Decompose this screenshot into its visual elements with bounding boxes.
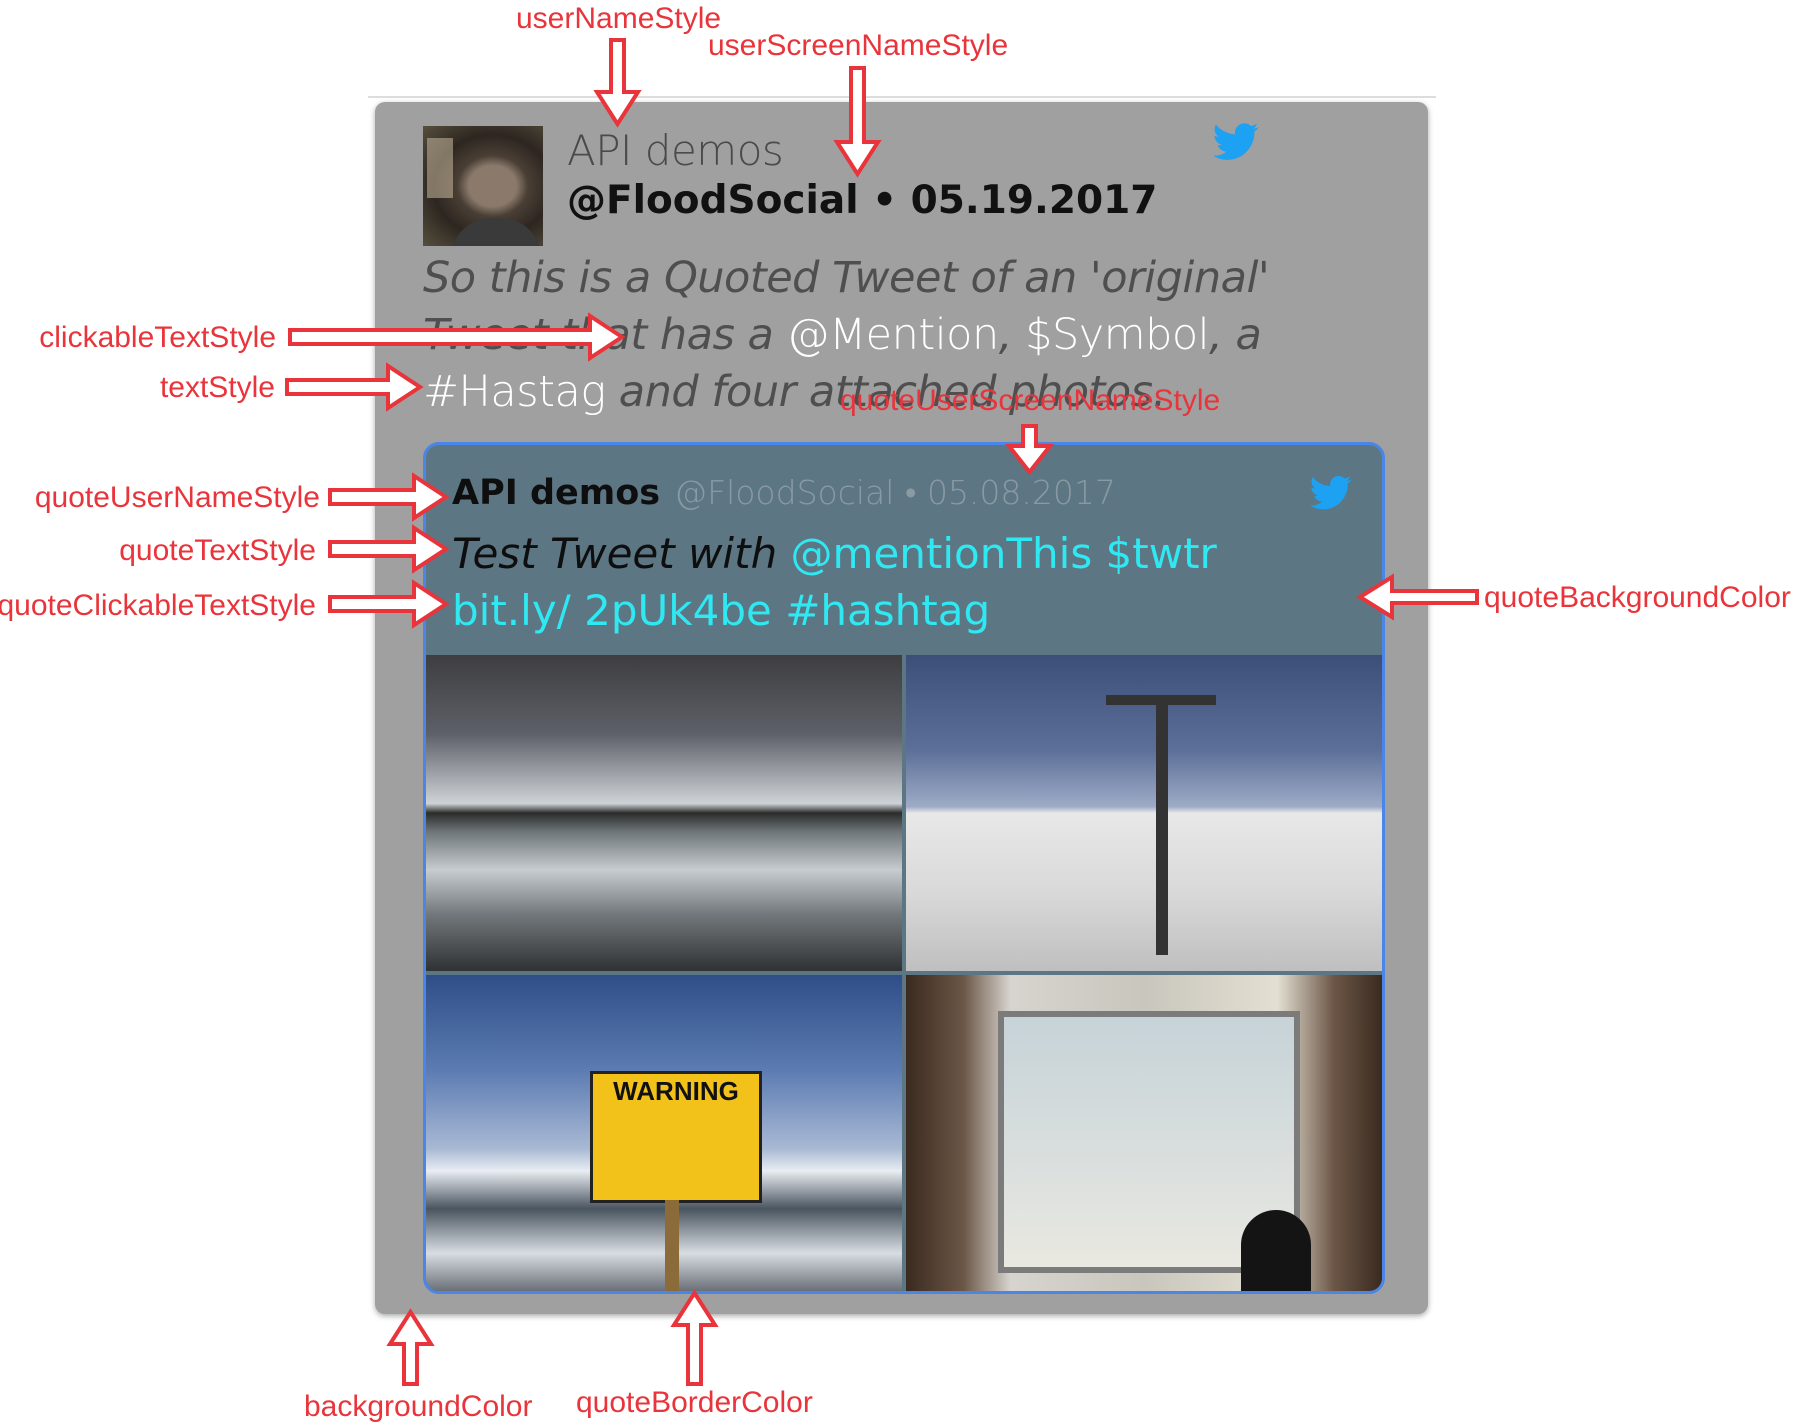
cat-silhouette (1241, 1210, 1311, 1291)
label-background-color: backgroundColor (304, 1390, 533, 1423)
photo-grid: WARNING (426, 655, 1382, 1291)
mention-link[interactable]: @Mention (787, 310, 1000, 360)
label-quote-text-style: quoteTextStyle (119, 534, 316, 567)
sign-title: WARNING (613, 1076, 739, 1106)
quote-text: Test Tweet with @mentionThis $twtr bit.l… (452, 525, 1332, 639)
label-clickable-text-style: clickableTextStyle (39, 321, 276, 354)
twitter-bird-icon[interactable] (1213, 122, 1259, 162)
label-quote-clickable-text-style: quoteClickableTextStyle (0, 589, 316, 622)
tweet-card[interactable]: API demos @FloodSocial • 05.19.2017 So t… (375, 102, 1428, 1314)
label-quote-user-name-style: quoteUserNameStyle (34, 481, 320, 514)
lift-tower (1156, 695, 1168, 955)
avatar-lamp (427, 138, 453, 198)
label-text-style: textStyle (159, 371, 275, 404)
twitter-bird-icon[interactable] (1310, 475, 1352, 511)
photo-window-cat[interactable] (906, 975, 1382, 1291)
quoted-tweet[interactable]: API demos @FloodSocial • 05.08.2017 Test … (423, 442, 1385, 1294)
hashtag-link[interactable]: #Hastag (423, 367, 606, 417)
label-user-name-style: userNameStyle (516, 2, 722, 35)
photo-warning-sign[interactable]: WARNING (426, 975, 902, 1291)
user-screen-name[interactable]: @FloodSocial • 05.19.2017 (567, 178, 1157, 223)
quote-header: API demos @FloodSocial • 05.08.2017 (452, 473, 1116, 513)
label-quote-background-color: quoteBackgroundColor (1484, 581, 1791, 614)
arrow-up (386, 1308, 435, 1386)
sign-post (665, 1200, 679, 1291)
photo-lake[interactable] (426, 655, 902, 971)
label-quote-user-screen-name-style: quoteUserScreenNameStyle (840, 384, 1221, 417)
avatar[interactable] (423, 126, 543, 246)
label-quote-border-color: quoteBorderColor (576, 1386, 813, 1419)
photo-ski-lift[interactable] (906, 655, 1382, 971)
label-user-screen-name-style: userScreenNameStyle (708, 29, 1009, 62)
tweet-text-separator: , (998, 310, 1026, 360)
symbol-link[interactable]: $Symbol (1025, 310, 1210, 360)
card-top-divider (368, 96, 1436, 98)
avatar-shoulder (451, 218, 541, 246)
quote-user-screen-name[interactable]: @FloodSocial • 05.08.2017 (674, 473, 1116, 512)
quote-user-name[interactable]: API demos (452, 473, 660, 513)
tweet-text-separator: , a (1209, 310, 1262, 360)
user-name[interactable]: API demos (567, 126, 784, 175)
warning-sign: WARNING (590, 1071, 762, 1291)
quote-text-part: Test Tweet with (452, 529, 791, 578)
